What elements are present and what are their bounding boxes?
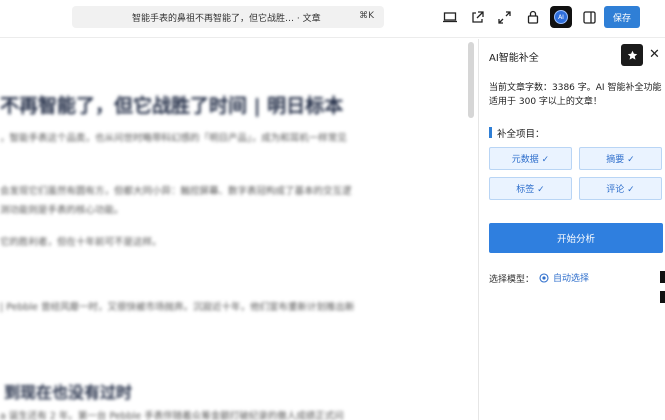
sidebar-toggle-icon[interactable] bbox=[579, 7, 599, 27]
lock-icon[interactable] bbox=[523, 7, 543, 27]
completion-items-heading: 补全项目： bbox=[489, 126, 545, 140]
ai-completion-panel: AI智能补全 ✕ 当前文章字数：3386 字。AI 智能补全功能适用于 300 … bbox=[479, 39, 665, 420]
article-paragraph: 测功能则是手表的核心功能。 bbox=[0, 205, 124, 216]
model-select[interactable]: 自动选择 bbox=[539, 271, 589, 284]
avatar: AI bbox=[554, 10, 568, 24]
close-panel-button[interactable]: ✕ bbox=[649, 47, 660, 62]
top-bar: 智能手表的鼻祖不再智能了，但它战胜… · 文章 ⌘K AI 保存 bbox=[0, 0, 665, 38]
article-paragraph: ，智能手表这个品类，也从问世时略带科幻感的「明日产品」，成为和耳机一样常见 bbox=[0, 133, 347, 144]
close-icon: ✕ bbox=[649, 47, 660, 62]
external-link-icon[interactable] bbox=[467, 7, 487, 27]
expand-icon[interactable] bbox=[494, 7, 514, 27]
article-paragraph: 它的胜利者，但在十年前可不是这样。 bbox=[0, 237, 162, 248]
tablet-view-icon[interactable] bbox=[440, 7, 460, 27]
option-metadata[interactable]: 元数据 ✓ bbox=[489, 147, 572, 170]
option-comments[interactable]: 评论 ✓ bbox=[579, 177, 662, 200]
article-subheading: 到现在也没有过时 bbox=[4, 383, 133, 402]
panel-edge-marker bbox=[660, 271, 665, 283]
article-scrollbar[interactable] bbox=[468, 42, 474, 118]
favorite-button[interactable] bbox=[621, 44, 643, 66]
word-count-info: 当前文章字数：3386 字。AI 智能补全功能适用于 300 字以上的文章！ bbox=[489, 83, 662, 107]
article-heading: 不再智能了，但它战胜了时间 | 明日标本 bbox=[0, 95, 344, 117]
document-title: 智能手表的鼻祖不再智能了，但它战胜… · 文章 bbox=[132, 14, 321, 24]
option-summary[interactable]: 摘要 ✓ bbox=[579, 147, 662, 170]
panel-edge-marker bbox=[660, 291, 665, 303]
article-content: 不再智能了，但它战胜了时间 | 明日标本 ，智能手表这个品类，也从问世时略带科幻… bbox=[0, 39, 466, 420]
start-analysis-button[interactable]: 开始分析 bbox=[489, 223, 663, 253]
ai-assistant-button[interactable]: AI bbox=[550, 6, 572, 28]
star-icon bbox=[627, 50, 637, 60]
save-button[interactable]: 保存 bbox=[604, 6, 640, 28]
shortcut-hint: ⌘K bbox=[359, 11, 374, 21]
document-search-bar[interactable]: 智能手表的鼻祖不再智能了，但它战胜… · 文章 ⌘K bbox=[72, 6, 384, 28]
model-label: 选择模型： bbox=[489, 275, 535, 285]
article-paragraph: 会发现它们虽然有圆有方，但都大同小异：触控屏幕、数字表冠构成了基本的交互逻 bbox=[0, 186, 352, 197]
article-paragraph: | Pebble 曾经风靡一时，又很快被市场抛弃。沉寂近十年，他们宣布重新计划推… bbox=[0, 302, 355, 313]
option-tags[interactable]: 标签 ✓ bbox=[489, 177, 572, 200]
panel-title: AI智能补全 bbox=[489, 53, 539, 64]
model-icon bbox=[539, 272, 549, 283]
model-value: 自动选择 bbox=[553, 274, 590, 284]
article-paragraph: a 诞生还有 2 年。第一台 Pebble 手表伴随着众筹金额打破纪录的傲人成绩… bbox=[0, 411, 344, 420]
